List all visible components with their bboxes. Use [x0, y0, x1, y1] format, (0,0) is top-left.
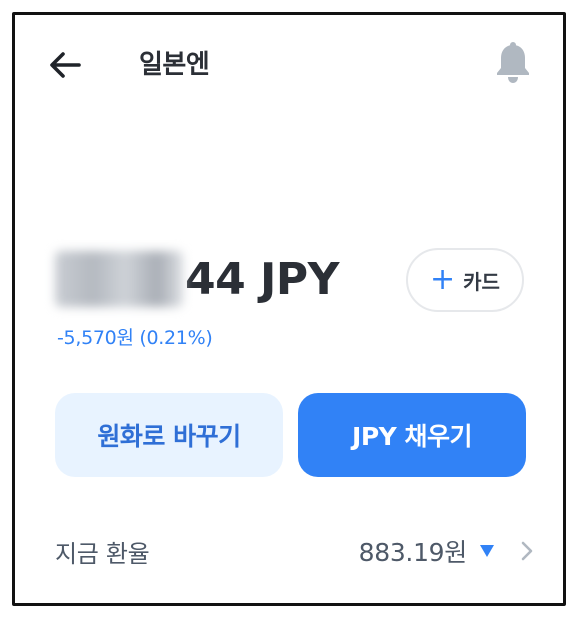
- bell-icon: [497, 42, 529, 83]
- page-title: 일본엔: [139, 50, 210, 80]
- notification-button[interactable]: [493, 41, 533, 85]
- back-button[interactable]: [45, 45, 85, 85]
- arrow-left-icon: [50, 52, 81, 78]
- exchange-rate-row[interactable]: 지금 환율 883.19원: [55, 527, 533, 575]
- exchange-rate-value: 883.19원: [358, 538, 468, 567]
- balance-blurred-digits: [55, 251, 183, 307]
- screen-frame: 일본엔 44 JPY + 카드 -5,570원 (0.21%) 원화로 바꾸기 …: [12, 12, 566, 606]
- balance-change: -5,570원 (0.21%): [57, 327, 213, 349]
- plus-icon: +: [430, 262, 456, 297]
- add-card-label: 카드: [463, 269, 500, 294]
- balance: 44 JPY: [55, 247, 340, 311]
- add-card-button[interactable]: + 카드: [406, 248, 524, 312]
- triangle-down-icon: [480, 545, 494, 557]
- exchange-to-krw-button[interactable]: 원화로 바꾸기: [55, 393, 283, 477]
- charge-jpy-button[interactable]: JPY 채우기: [298, 393, 526, 477]
- chevron-right-icon: [521, 541, 533, 561]
- balance-amount: 44 JPY: [185, 253, 340, 305]
- exchange-rate-label: 지금 환율: [55, 539, 150, 568]
